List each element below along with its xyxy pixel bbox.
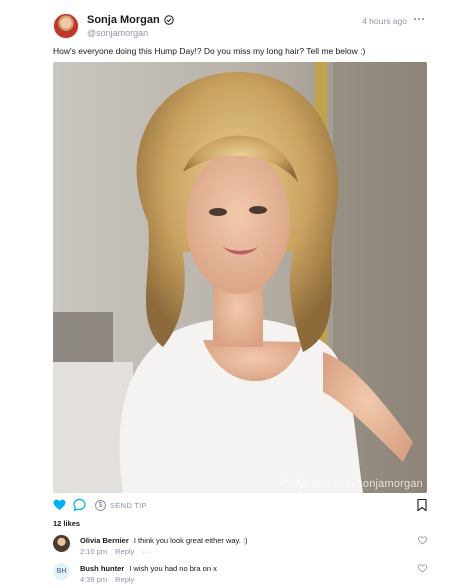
- photo-watermark: OnlyFans.com/sonjamorgan: [280, 478, 423, 490]
- commenter-avatar[interactable]: BH: [53, 563, 70, 580]
- reply-button[interactable]: Reply: [115, 575, 134, 584]
- bookmark-icon[interactable]: [417, 498, 427, 512]
- post-photo[interactable]: OnlyFans.com/sonjamorgan: [53, 62, 427, 493]
- reply-button[interactable]: Reply: [115, 547, 134, 556]
- commenter-avatar[interactable]: [53, 535, 70, 552]
- comment-time: 2:10 pm: [80, 547, 108, 556]
- comment-meta: 2:10 pm Reply ···: [80, 547, 153, 556]
- comment-heart-icon[interactable]: [418, 564, 427, 573]
- author-avatar[interactable]: [53, 13, 79, 39]
- post-caption: How's everyone doing this Hump Day!? Do …: [53, 46, 366, 56]
- comment-meta: 4:39 pm Reply: [80, 575, 134, 584]
- photo-illustration: [53, 62, 427, 493]
- comment-author[interactable]: Bush hunter: [80, 564, 124, 573]
- heart-icon[interactable]: [53, 498, 66, 512]
- send-tip-button[interactable]: $ SEND TIP: [95, 498, 147, 512]
- comment-time: 4:39 pm: [80, 575, 108, 584]
- author-name[interactable]: Sonja Morgan: [87, 14, 160, 26]
- comment-line: Olivia Bernier I think you look great ei…: [80, 536, 248, 545]
- likes-count[interactable]: 12 likes: [53, 519, 80, 528]
- dollar-icon: $: [95, 499, 106, 511]
- comment-item: Olivia Bernier I think you look great ei…: [53, 535, 427, 559]
- author-handle[interactable]: @sonjamorgan: [87, 28, 148, 38]
- post-header: Sonja Morgan @sonjamorgan 4 hours ago: [53, 13, 427, 41]
- comment-text: I wish you had no bra on x: [129, 564, 217, 573]
- post-actions: $ SEND TIP: [53, 498, 427, 514]
- comment-heart-icon[interactable]: [418, 536, 427, 545]
- author-name-row: Sonja Morgan: [87, 14, 174, 26]
- comment-author[interactable]: Olivia Bernier: [80, 536, 129, 545]
- send-tip-label: SEND TIP: [110, 500, 147, 510]
- comment-line: Bush hunter I wish you had no bra on x: [80, 564, 217, 573]
- comment-more-button[interactable]: ···: [142, 547, 153, 556]
- verified-icon: [164, 15, 174, 25]
- more-icon[interactable]: [413, 14, 425, 24]
- comment-item: BH Bush hunter I wish you had no bra on …: [53, 563, 427, 587]
- comment-icon[interactable]: [73, 498, 86, 512]
- post-timestamp[interactable]: 4 hours ago: [362, 16, 407, 26]
- comment-text: I think you look great either way. :): [133, 536, 248, 545]
